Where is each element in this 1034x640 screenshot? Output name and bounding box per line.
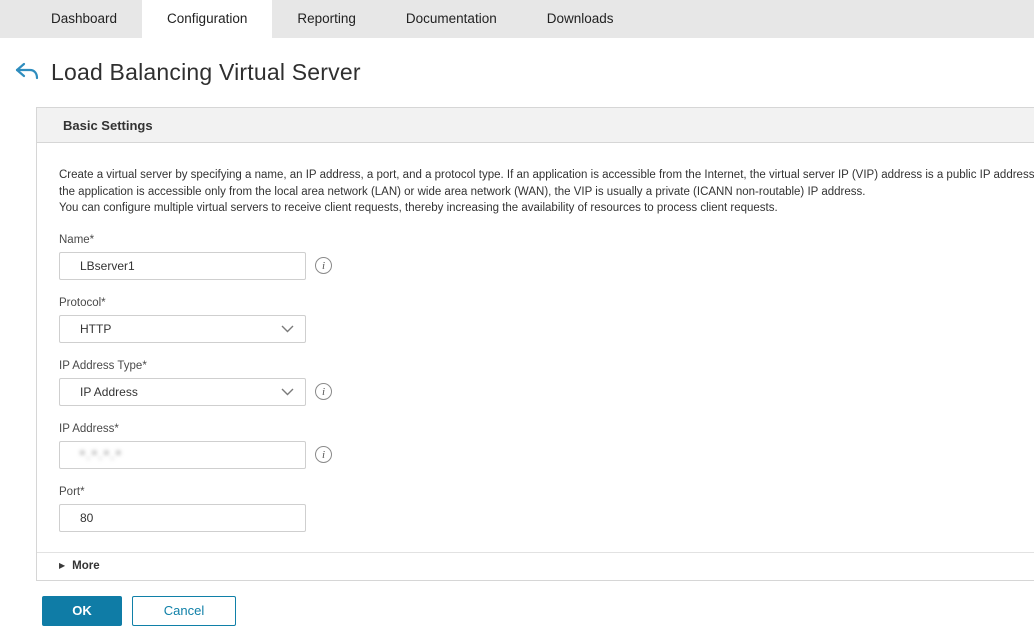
description-line-2: the application is accessible only from … bbox=[59, 184, 1034, 201]
port-input[interactable] bbox=[59, 504, 306, 532]
name-row: i bbox=[59, 252, 1034, 280]
description-line-1: Create a virtual server by specifying a … bbox=[59, 167, 1034, 184]
back-arrow-icon[interactable] bbox=[13, 58, 41, 86]
ok-button[interactable]: OK bbox=[42, 596, 122, 626]
more-expander[interactable]: ▶ More bbox=[37, 552, 1034, 580]
name-label: Name* bbox=[59, 234, 1034, 246]
top-nav: Dashboard Configuration Reporting Docume… bbox=[0, 0, 1034, 38]
chevron-down-icon bbox=[281, 322, 294, 336]
ip-address-redacted-value: *.*.*.* bbox=[80, 448, 123, 462]
protocol-label: Protocol* bbox=[59, 297, 1034, 309]
more-label: More bbox=[72, 560, 99, 572]
description-line-3: You can configure multiple virtual serve… bbox=[59, 200, 1034, 217]
ip-address-row: *.*.*.* i bbox=[59, 441, 1034, 469]
info-icon[interactable]: i bbox=[315, 446, 332, 463]
tab-configuration[interactable]: Configuration bbox=[142, 0, 272, 38]
ip-address-type-label: IP Address Type* bbox=[59, 360, 1034, 372]
ip-address-type-row: IP Address i bbox=[59, 378, 1034, 406]
protocol-select[interactable]: HTTP bbox=[59, 315, 306, 343]
protocol-selected-value: HTTP bbox=[80, 322, 111, 336]
basic-settings-panel: Basic Settings Create a virtual server b… bbox=[36, 107, 1034, 581]
info-icon[interactable]: i bbox=[315, 257, 332, 274]
ip-address-type-selected-value: IP Address bbox=[80, 385, 138, 399]
page-header: Load Balancing Virtual Server bbox=[13, 58, 1034, 86]
action-bar: OK Cancel bbox=[42, 596, 1034, 626]
panel-header: Basic Settings bbox=[37, 108, 1034, 143]
ip-address-type-select[interactable]: IP Address bbox=[59, 378, 306, 406]
port-label: Port* bbox=[59, 486, 1034, 498]
tab-downloads[interactable]: Downloads bbox=[522, 0, 639, 38]
tab-documentation[interactable]: Documentation bbox=[381, 0, 522, 38]
tab-dashboard[interactable]: Dashboard bbox=[26, 0, 142, 38]
cancel-button[interactable]: Cancel bbox=[132, 596, 236, 626]
name-input[interactable] bbox=[59, 252, 306, 280]
chevron-down-icon bbox=[281, 385, 294, 399]
panel-body: Create a virtual server by specifying a … bbox=[37, 143, 1034, 552]
tab-reporting[interactable]: Reporting bbox=[272, 0, 381, 38]
ip-address-input[interactable]: *.*.*.* bbox=[59, 441, 306, 469]
caret-right-icon: ▶ bbox=[59, 562, 65, 570]
info-icon[interactable]: i bbox=[315, 383, 332, 400]
panel-title: Basic Settings bbox=[63, 118, 153, 133]
port-row bbox=[59, 504, 1034, 532]
protocol-row: HTTP bbox=[59, 315, 1034, 343]
ip-address-label: IP Address* bbox=[59, 423, 1034, 435]
page-title: Load Balancing Virtual Server bbox=[51, 59, 361, 86]
